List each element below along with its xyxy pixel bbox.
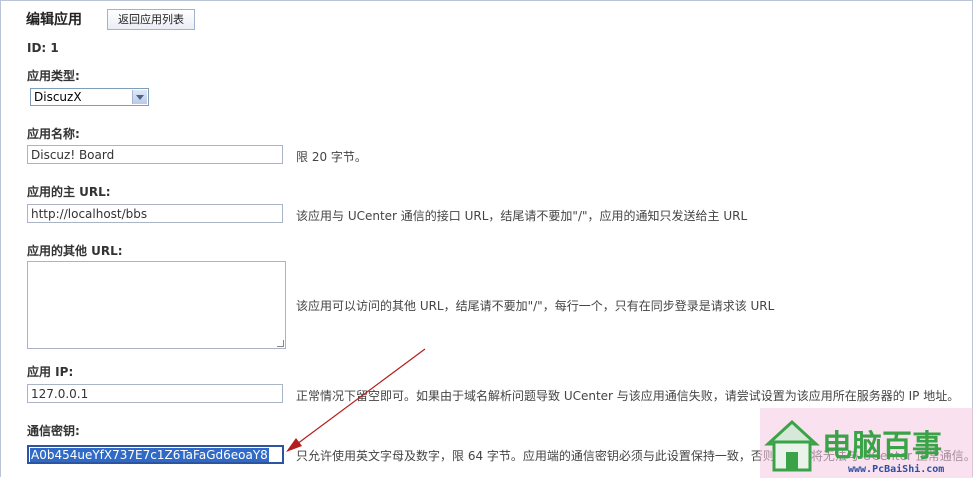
- watermark-subtext: www.PcBaiShi.com: [848, 463, 944, 475]
- secret-key-input[interactable]: A0b454ueYfX737E7c1Z6TaFaGd6eoaY8: [27, 445, 284, 464]
- app-id: ID: 1: [27, 41, 59, 55]
- app-type-select[interactable]: DiscuzX: [30, 88, 149, 106]
- other-url-hint: 该应用可以访问的其他 URL，结尾请不要加"/"，每行一个，只有在同步登录是请求…: [296, 299, 775, 313]
- main-url-label: 应用的主 URL:: [27, 185, 111, 199]
- resize-grip-icon[interactable]: [277, 340, 284, 347]
- site-watermark-logo: 电脑百事 www.PcBaiShi.com: [760, 408, 973, 478]
- app-ip-label: 应用 IP:: [27, 365, 74, 379]
- main-url-input[interactable]: http://localhost/bbs: [27, 204, 283, 223]
- chevron-down-icon[interactable]: [132, 90, 147, 104]
- other-url-textarea[interactable]: [27, 261, 286, 349]
- watermark-text: 电脑百事: [822, 429, 942, 464]
- other-url-label: 应用的其他 URL:: [27, 244, 123, 258]
- app-name-input[interactable]: Discuz! Board: [27, 145, 283, 164]
- app-name-label: 应用名称:: [27, 127, 80, 141]
- page-title: 编辑应用: [26, 12, 82, 28]
- secret-key-selected-text: A0b454ueYfX737E7c1Z6TaFaGd6eoaY8: [30, 448, 269, 462]
- page-frame: [0, 0, 973, 477]
- app-type-label: 应用类型:: [27, 69, 80, 83]
- secret-key-label: 通信密钥:: [27, 424, 80, 438]
- back-to-app-list-button[interactable]: 返回应用列表: [107, 9, 195, 30]
- app-name-hint: 限 20 字节。: [296, 150, 367, 164]
- app-ip-hint: 正常情况下留空即可。如果由于域名解析问题导致 UCenter 与该应用通信失败，…: [296, 389, 960, 403]
- app-type-selected-value: DiscuzX: [34, 90, 82, 104]
- main-url-hint: 该应用与 UCenter 通信的接口 URL，结尾请不要加"/"，应用的通知只发…: [296, 209, 748, 223]
- app-ip-input[interactable]: 127.0.0.1: [27, 384, 283, 403]
